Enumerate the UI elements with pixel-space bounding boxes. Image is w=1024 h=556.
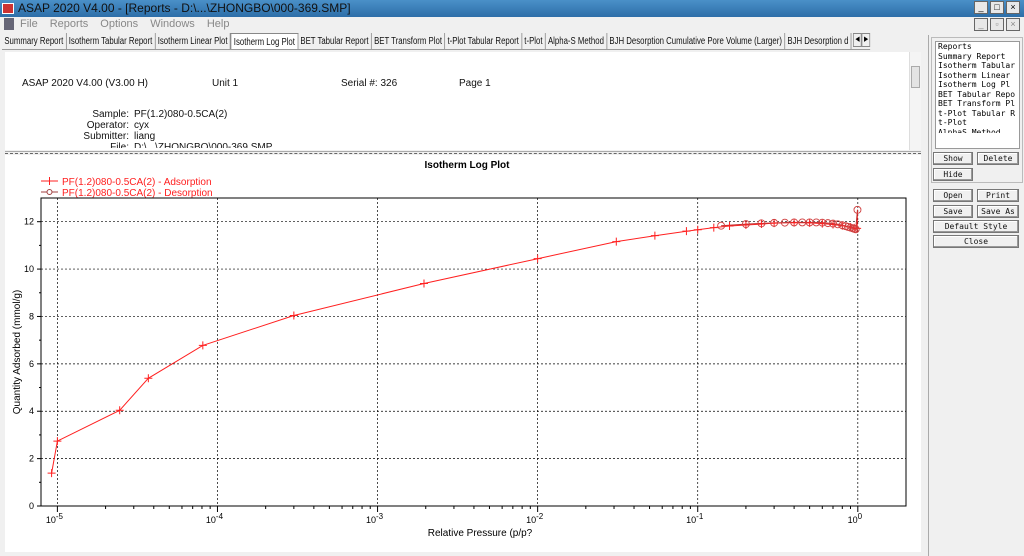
- default-style-button[interactable]: Default Style: [933, 220, 1019, 233]
- adsorption-point: [682, 227, 691, 236]
- isotherm-log-plot: Isotherm Log Plot PF(1.2)080-0.5CA(2) - …: [12, 160, 907, 539]
- adsorption-point: [612, 237, 621, 246]
- list-header: Reports: [938, 42, 972, 51]
- list-item[interactable]: BET Transform Pl: [936, 99, 1019, 109]
- report-panel: Reports Summary Report Isotherm Tabular …: [928, 35, 1024, 556]
- adsorption-point: [47, 469, 56, 478]
- y-tick-label: 2: [29, 454, 34, 464]
- list-item[interactable]: Isotherm Linear: [936, 71, 1019, 81]
- adsorption-line: [51, 209, 858, 474]
- print-button[interactable]: Print: [977, 189, 1019, 202]
- adsorption-point: [289, 311, 298, 320]
- x-tick-exponent: 0: [858, 512, 863, 521]
- chart-title: Isotherm Log Plot: [425, 160, 511, 171]
- legend: PF(1.2)080-0.5CA(2) - Adsorption PF(1.2)…: [41, 177, 213, 199]
- adsorption-point: [650, 231, 659, 240]
- y-tick-label: 0: [29, 501, 34, 511]
- plot-frame: [40, 197, 907, 507]
- list-item[interactable]: BET Tabular Repo: [936, 90, 1019, 100]
- list-item[interactable]: Isotherm Log Pl: [936, 80, 1019, 90]
- y-axis-label: Quantity Adsorbed (mmol/g): [12, 290, 23, 415]
- x-tick-exponent: -1: [696, 512, 704, 521]
- x-tick-exponent: -2: [536, 512, 544, 521]
- list-item[interactable]: t-Plot: [936, 118, 1019, 128]
- x-axis-label: Relative Pressure (p/p?: [428, 528, 533, 539]
- show-button[interactable]: Show: [933, 152, 973, 165]
- adsorption-point: [725, 221, 734, 230]
- x-tick-label: 10-2: [526, 512, 544, 525]
- list-item[interactable]: Summary Report: [936, 52, 1019, 62]
- adsorption-point: [53, 437, 62, 446]
- adsorption-point: [709, 223, 718, 232]
- save-as-button[interactable]: Save As: [977, 205, 1019, 218]
- list-item[interactable]: AlphaS Method: [936, 128, 1019, 133]
- hide-button[interactable]: Hide: [933, 168, 973, 181]
- adsorption-point: [198, 341, 207, 350]
- y-tick-label: 6: [29, 359, 34, 369]
- legend-plus-marker: [45, 177, 54, 185]
- x-tick-label: 100: [848, 512, 863, 525]
- delete-button[interactable]: Delete: [977, 152, 1019, 165]
- y-tick-label: 12: [24, 217, 34, 227]
- legend-desorption: PF(1.2)080-0.5CA(2) - Desorption: [62, 188, 213, 199]
- legend-circle-marker: [46, 189, 53, 195]
- x-tick-label: 10-4: [206, 512, 224, 525]
- save-button[interactable]: Save: [933, 205, 973, 218]
- list-item[interactable]: Isotherm Tabular: [936, 61, 1019, 71]
- x-tick-exponent: -4: [216, 512, 224, 521]
- adsorption-point: [693, 225, 702, 234]
- legend-adsorption: PF(1.2)080-0.5CA(2) - Adsorption: [62, 177, 212, 188]
- adsorption-point: [533, 254, 542, 263]
- y-tick-label: 10: [24, 264, 34, 274]
- x-tick-label: 10-3: [366, 512, 384, 525]
- x-tick-label: 10-1: [686, 512, 704, 525]
- x-tick-label: 10-5: [46, 512, 64, 525]
- y-tick-label: 4: [29, 406, 34, 416]
- reports-list[interactable]: Reports Summary Report Isotherm Tabular …: [935, 41, 1020, 149]
- plot-area: Isotherm Log Plot PF(1.2)080-0.5CA(2) - …: [5, 155, 921, 552]
- x-tick-exponent: -5: [56, 512, 64, 521]
- close-report-button[interactable]: Close: [933, 235, 1019, 248]
- x-tick-exponent: -3: [376, 512, 384, 521]
- adsorption-point: [419, 279, 428, 288]
- desorption-line: [721, 209, 858, 230]
- list-item[interactable]: t-Plot Tabular R: [936, 109, 1019, 119]
- open-button[interactable]: Open: [933, 189, 973, 202]
- y-tick-label: 8: [29, 311, 34, 321]
